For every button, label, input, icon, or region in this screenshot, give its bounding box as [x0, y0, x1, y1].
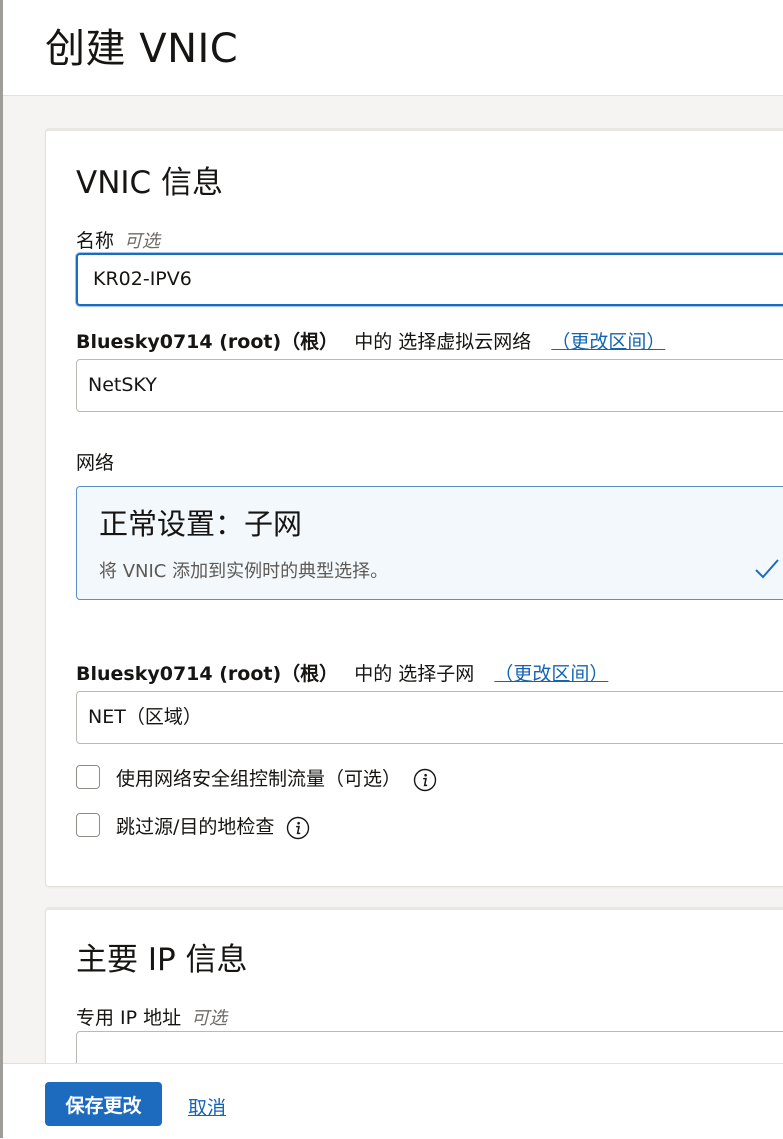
vcn-compartment-label: Bluesky0714 (root)（根） 中的 选择虚拟云网络 （更改区间） [76, 327, 665, 354]
vcn-change-compartment-link[interactable]: （更改区间） [551, 331, 665, 353]
name-optional-text: 可选 [124, 231, 161, 252]
vnic-info-card: VNIC 信息 名称 可选 KR02-IPV6 Bluesky0714 (root… [45, 128, 783, 887]
page-header: 创建 VNIC [3, 0, 783, 96]
info-icon[interactable] [286, 816, 310, 840]
subnet-compartment-label: Bluesky0714 (root)（根） 中的 选择子网 （更改区间） [76, 659, 608, 686]
save-changes-button[interactable]: 保存更改 [45, 1082, 162, 1126]
subnet-select[interactable]: NET（区域） [76, 691, 783, 744]
subnet-compartment-name: Bluesky0714 (root)（根） [76, 663, 339, 685]
subnet-in-text: 中的 选择子网 [354, 663, 475, 685]
check-icon [755, 559, 779, 579]
network-option-subnet[interactable]: 正常设置：子网 将 VNIC 添加到实例时的典型选择。 [76, 486, 783, 600]
network-option-title: 正常设置：子网 [99, 507, 303, 541]
vcn-in-text: 中的 选择虚拟云网络 [354, 331, 532, 353]
ip-section-title: 主要 IP 信息 [76, 942, 248, 978]
private-ip-optional-text: 可选 [191, 1008, 228, 1029]
nsg-checkbox[interactable] [76, 765, 100, 789]
page-title: 创建 VNIC [45, 26, 239, 72]
name-field-label: 名称 可选 [76, 226, 160, 253]
skip-check-label: 跳过源/目的地检查 [116, 816, 275, 838]
vcn-select[interactable]: NetSKY [76, 359, 783, 412]
vnic-section-title: VNIC 信息 [76, 165, 224, 201]
info-icon[interactable] [413, 768, 437, 792]
footer-bar: 保存更改 取消 [3, 1063, 783, 1139]
vcn-compartment-name: Bluesky0714 (root)（根） [76, 331, 339, 353]
cancel-link[interactable]: 取消 [188, 1093, 226, 1120]
subnet-change-compartment-link[interactable]: （更改区间） [494, 663, 608, 685]
network-label: 网络 [76, 452, 115, 474]
network-option-description: 将 VNIC 添加到实例时的典型选择。 [99, 561, 389, 582]
window-left-edge [0, 0, 3, 1138]
name-input[interactable]: KR02-IPV6 [76, 253, 783, 306]
name-label-text: 名称 [76, 230, 115, 252]
private-ip-label-text: 专用 IP 地址 [76, 1007, 182, 1029]
nsg-checkbox-label: 使用网络安全组控制流量（可选） [116, 768, 402, 790]
skip-source-dest-checkbox[interactable] [76, 813, 100, 837]
private-ip-field-label: 专用 IP 地址 可选 [76, 1003, 227, 1030]
